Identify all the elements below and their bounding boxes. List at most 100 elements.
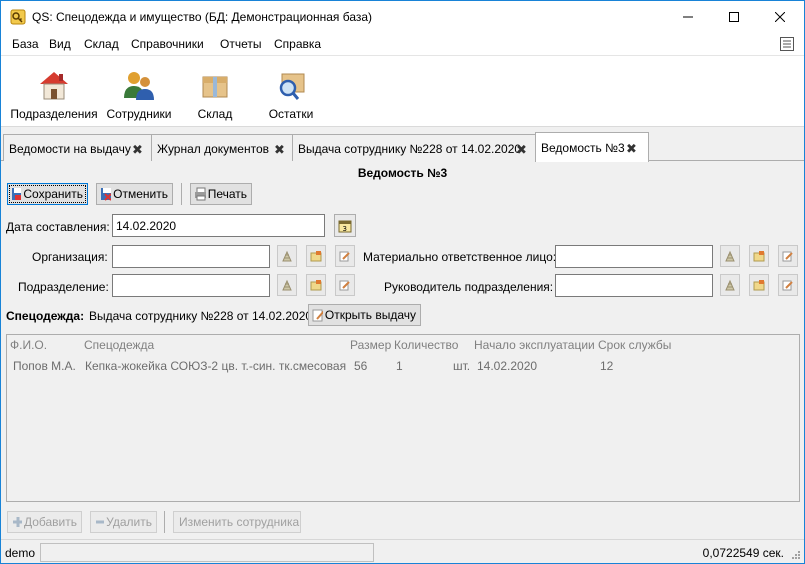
- printer-icon: [195, 187, 206, 201]
- toolbar-separator: [181, 183, 182, 205]
- organization-label: Организация:: [32, 250, 108, 264]
- tab-issue-to-employee[interactable]: Выдача сотруднику №228 от 14.02.2020 ✖: [292, 134, 536, 161]
- search-box-icon: [279, 73, 305, 100]
- responsible-person-label: Материально ответственное лицо:: [363, 250, 557, 264]
- menu-baza[interactable]: База: [12, 37, 39, 51]
- pencil-icon: [782, 280, 793, 291]
- remove-button[interactable]: Удалить: [90, 511, 157, 533]
- toolbar-warehouse-button[interactable]: Склад: [187, 56, 243, 126]
- people-icon: [124, 72, 154, 100]
- folder-icon: [753, 251, 765, 262]
- head-clear-button[interactable]: [720, 274, 740, 296]
- calendar-button[interactable]: 3: [334, 214, 356, 237]
- tab-issue-sheets[interactable]: Ведомости на выдачу ✖: [3, 134, 152, 161]
- maximize-button[interactable]: [711, 1, 757, 33]
- pencil-icon: [339, 280, 350, 291]
- print-button[interactable]: Печать: [190, 183, 252, 205]
- main-toolbar: Подразделения Сотрудники Склад Остатки: [1, 55, 804, 127]
- dept-edit-button[interactable]: [335, 274, 355, 296]
- workwear-label: Спецодежда:: [6, 309, 85, 323]
- menu-sklad[interactable]: Склад: [84, 37, 119, 51]
- app-key-icon: [10, 9, 26, 25]
- toolbar-separator: [164, 511, 165, 533]
- dept-head-label: Руководитель подразделения:: [384, 280, 554, 294]
- house-icon: [40, 72, 68, 100]
- add-button[interactable]: Добавить: [7, 511, 82, 533]
- column-header-quantity[interactable]: Количество: [394, 338, 458, 352]
- document-title: Ведомость №3: [357, 166, 448, 180]
- broom-icon: [282, 250, 292, 262]
- column-header-start[interactable]: Начало эксплуатации: [474, 338, 595, 352]
- status-bar: demo 0,0722549 сек.: [1, 539, 804, 563]
- org-select-button[interactable]: [306, 245, 326, 267]
- column-header-fio[interactable]: Ф.И.О.: [10, 338, 47, 352]
- department-label: Подразделение:: [18, 280, 109, 294]
- resp-edit-button[interactable]: [778, 245, 798, 267]
- head-select-button[interactable]: [749, 274, 769, 296]
- cell-term: 12: [600, 359, 614, 373]
- column-header-size[interactable]: Размер: [350, 338, 391, 352]
- status-user: demo: [5, 546, 36, 560]
- menu-otchety[interactable]: Отчеты: [220, 37, 261, 51]
- organization-field[interactable]: [112, 245, 270, 268]
- dept-clear-button[interactable]: [277, 274, 297, 296]
- workwear-table[interactable]: Ф.И.О. Спецодежда Размер Количество Нача…: [6, 334, 800, 502]
- org-clear-button[interactable]: [277, 245, 297, 267]
- folder-icon: [753, 280, 765, 291]
- open-issue-button[interactable]: Открыть выдачу: [308, 304, 421, 326]
- cell-unit: шт.: [453, 359, 471, 373]
- head-edit-button[interactable]: [778, 274, 798, 296]
- minimize-button[interactable]: [665, 1, 711, 33]
- tab-sheet-3[interactable]: Ведомость №3 ✖: [535, 132, 649, 162]
- date-field[interactable]: 14.02.2020: [112, 214, 325, 237]
- change-employee-button[interactable]: Изменить сотрудника: [173, 511, 301, 533]
- close-tab-icon[interactable]: ✖: [626, 141, 637, 157]
- close-button[interactable]: [757, 1, 803, 33]
- workwear-value: Выдача сотруднику №228 от 14.02.2020: [89, 309, 313, 323]
- plus-icon: [13, 517, 22, 527]
- menu-bar: База Вид Склад Справочники Отчеты Справк…: [1, 33, 804, 55]
- close-tab-icon[interactable]: ✖: [274, 142, 285, 158]
- resp-clear-button[interactable]: [720, 245, 740, 267]
- save-button[interactable]: Сохранить: [7, 183, 88, 205]
- resize-grip-icon[interactable]: [790, 549, 801, 560]
- date-label: Дата составления:: [6, 220, 110, 234]
- toolbar-stock-button[interactable]: Остатки: [263, 56, 319, 126]
- calendar-icon: 3: [338, 220, 352, 233]
- menu-vid[interactable]: Вид: [49, 37, 71, 51]
- title-bar: QS: Спецодежда и имущество (БД: Демонстр…: [1, 1, 804, 33]
- pencil-icon: [312, 309, 323, 322]
- status-elapsed-time: 0,0722549 сек.: [702, 546, 784, 560]
- resp-select-button[interactable]: [749, 245, 769, 267]
- menu-spravochniki[interactable]: Справочники: [131, 37, 204, 51]
- dept-head-field[interactable]: [555, 274, 713, 297]
- org-edit-button[interactable]: [335, 245, 355, 267]
- cell-quantity: 1: [396, 359, 403, 373]
- column-header-term[interactable]: Срок службы: [598, 338, 671, 352]
- document-tabs: Ведомости на выдачу ✖ Журнал документов …: [1, 132, 804, 162]
- department-field[interactable]: [112, 274, 270, 297]
- document-form: Ведомость №3 Сохранить Отменить Печать Д…: [1, 161, 804, 539]
- cell-size: 56: [354, 359, 368, 373]
- cell-workwear: Кепка-жокейка СОЮЗ-2 цв. т.-син. тк.смес…: [85, 359, 347, 373]
- broom-icon: [725, 279, 735, 291]
- responsible-person-field[interactable]: [555, 245, 713, 268]
- toolbar-employees-button[interactable]: Сотрудники: [104, 56, 174, 126]
- list-view-icon[interactable]: [779, 36, 795, 52]
- cancel-floppy-icon: [101, 188, 112, 201]
- menu-spravka[interactable]: Справка: [274, 37, 321, 51]
- svg-text:3: 3: [343, 225, 347, 233]
- cancel-button[interactable]: Отменить: [96, 183, 173, 205]
- toolbar-departments-button[interactable]: Подразделения: [10, 56, 98, 126]
- dept-select-button[interactable]: [306, 274, 326, 296]
- cell-fio: Попов М.А.: [13, 359, 76, 373]
- window-title: QS: Спецодежда и имущество (БД: Демонстр…: [32, 10, 373, 24]
- close-tab-icon[interactable]: ✖: [132, 142, 143, 158]
- close-tab-icon[interactable]: ✖: [516, 142, 527, 158]
- broom-icon: [282, 279, 292, 291]
- broom-icon: [725, 250, 735, 262]
- tab-documents-journal[interactable]: Журнал документов ✖: [151, 134, 293, 161]
- status-panel: [40, 543, 374, 562]
- column-header-workwear[interactable]: Спецодежда: [84, 338, 154, 352]
- folder-icon: [310, 251, 322, 262]
